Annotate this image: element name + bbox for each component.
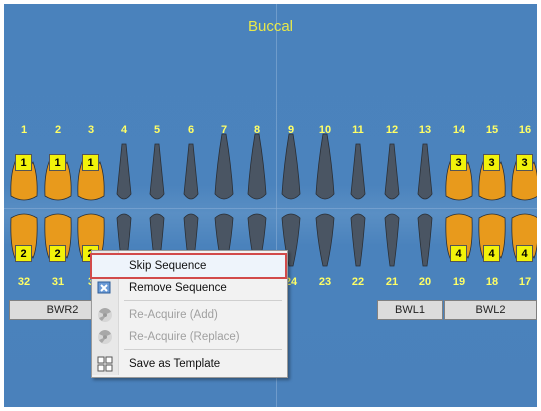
remove-sequence-icon [97, 280, 113, 296]
upper-tooth[interactable] [214, 133, 234, 200]
group-bwl2[interactable]: BWL2 [444, 300, 537, 320]
menu-item-reacquire-replace[interactable]: Re-Acquire (Replace) [92, 326, 285, 348]
menu-item-save-as-template[interactable]: Save as Template [92, 353, 285, 375]
lower-tooth[interactable] [384, 213, 400, 267]
menu-item-skip-sequence[interactable]: Skip Sequence [90, 253, 287, 279]
sequence-marker: 1 [49, 154, 66, 171]
upper-tooth[interactable] [116, 143, 132, 200]
lower-tooth[interactable] [417, 213, 433, 267]
sequence-marker: 4 [483, 245, 500, 262]
radiation-icon [97, 307, 113, 323]
template-grid-icon [97, 356, 113, 372]
upper-tooth[interactable] [417, 143, 433, 200]
upper-tooth[interactable] [384, 143, 400, 200]
sequence-marker: 3 [516, 154, 533, 171]
upper-tooth[interactable] [247, 133, 267, 200]
sequence-marker: 1 [82, 154, 99, 171]
sequence-marker: 3 [450, 154, 467, 171]
upper-tooth[interactable] [183, 143, 199, 200]
sequence-marker: 4 [450, 245, 467, 262]
upper-tooth[interactable] [350, 143, 366, 200]
upper-tooth[interactable] [149, 143, 165, 200]
sequence-marker: 3 [483, 154, 500, 171]
upper-tooth[interactable] [281, 133, 301, 200]
sequence-marker: 2 [15, 245, 32, 262]
sequence-marker: 2 [49, 245, 66, 262]
upper-tooth[interactable] [315, 133, 335, 200]
sequence-marker: 1 [15, 154, 32, 171]
menu-item-reacquire-add[interactable]: Re-Acquire (Add) [92, 304, 285, 326]
lower-tooth[interactable] [315, 213, 335, 267]
menu-item-remove-sequence[interactable]: Remove Sequence [92, 277, 285, 299]
group-bwl1[interactable]: BWL1 [377, 300, 443, 320]
menu-separator [124, 300, 282, 301]
radiation-icon [97, 329, 113, 345]
sequence-marker: 4 [516, 245, 533, 262]
context-menu: Skip Sequence Remove Sequence Re-Acquire… [90, 250, 288, 378]
lower-tooth[interactable] [350, 213, 366, 267]
menu-separator [124, 349, 282, 350]
